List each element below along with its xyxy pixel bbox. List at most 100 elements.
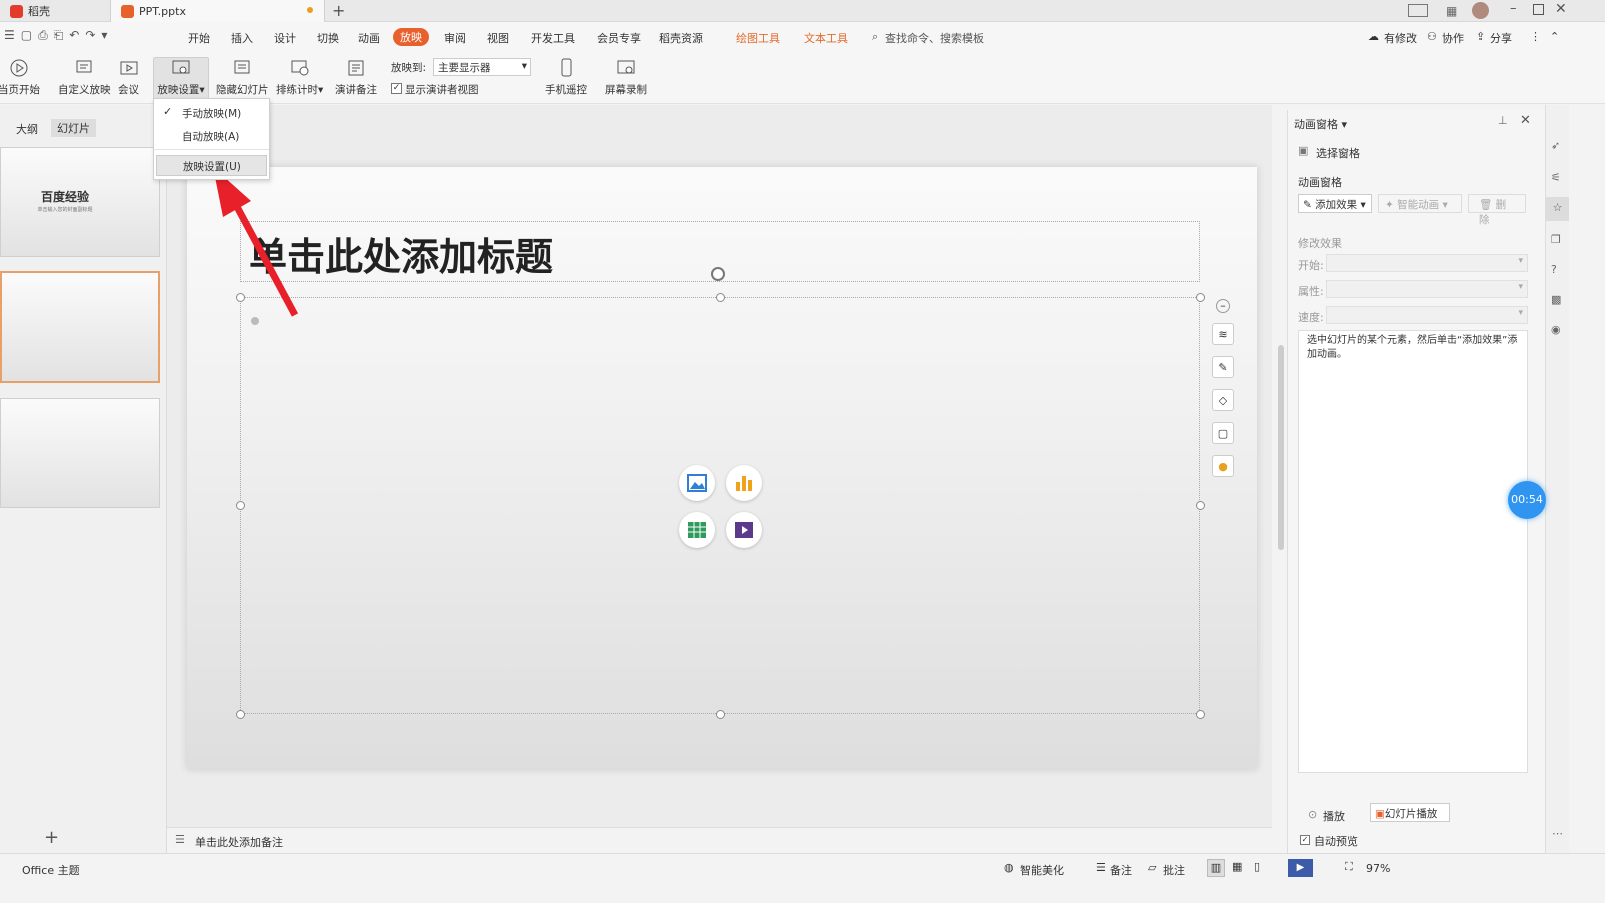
auto-preview-checkbox[interactable]: ✓	[1300, 835, 1310, 845]
add-slide-icon[interactable]: +	[44, 827, 59, 848]
help-icon[interactable]: ?	[1551, 263, 1557, 276]
content-placeholder[interactable]	[240, 297, 1200, 714]
pen-icon[interactable]: ✎	[1212, 356, 1234, 378]
speed-select[interactable]: ▾	[1326, 306, 1528, 324]
slide-thumbnail-3[interactable]	[0, 398, 160, 508]
smart-animation-button[interactable]: ✦ 智能动画 ▾	[1378, 194, 1462, 213]
menu-design[interactable]: 设计	[274, 30, 296, 46]
animation-star-icon[interactable]: ☆	[1546, 197, 1569, 221]
close-pane-icon[interactable]: ✕	[1520, 113, 1531, 128]
collab-button[interactable]: 协作	[1442, 30, 1464, 46]
location-icon[interactable]: ◉	[1551, 323, 1561, 336]
insert-chart-icon[interactable]	[726, 465, 762, 501]
insert-video-icon[interactable]	[726, 512, 762, 548]
notes-toggle-button[interactable]: 备注	[1110, 862, 1132, 878]
vertical-scrollbar[interactable]	[1278, 345, 1284, 550]
effect-list[interactable]: 选中幻灯片的某个元素，然后单击“添加效果”添加动画。	[1298, 330, 1528, 773]
start-select[interactable]: ▾	[1326, 254, 1528, 272]
notes-placeholder[interactable]: 单击此处添加备注	[195, 834, 283, 850]
resize-handle[interactable]	[236, 501, 245, 510]
comments-button[interactable]: 批注	[1163, 862, 1185, 878]
search-icon[interactable]: ⌕	[872, 30, 878, 44]
insert-table-icon[interactable]	[679, 512, 715, 548]
fill-icon[interactable]: ◇	[1212, 389, 1234, 411]
custom-show-button[interactable]: 自定义放映	[58, 58, 111, 97]
tab-ppt-file[interactable]: PPT.pptx	[110, 0, 325, 22]
zoom-level[interactable]: 97%	[1366, 862, 1390, 875]
minimize-icon[interactable]: –	[1510, 1, 1517, 16]
show-settings-button[interactable]: 放映设置▾	[153, 57, 209, 101]
normal-view-icon[interactable]: ▥	[1207, 859, 1225, 877]
rotate-handle-icon[interactable]	[711, 267, 725, 281]
screen-record-button[interactable]: 屏幕录制	[605, 58, 647, 97]
resize-handle[interactable]	[1196, 293, 1205, 302]
slide-thumbnail-1[interactable]: 百度经验 单击输入您的封面副标题	[0, 147, 160, 257]
window-layout-icon[interactable]	[1408, 4, 1428, 17]
sorter-view-icon[interactable]: ▦	[1232, 860, 1242, 873]
collapse-float-toolbar-icon[interactable]: –	[1216, 299, 1230, 313]
play-icon[interactable]: ⊙	[1308, 808, 1317, 821]
hide-slide-button[interactable]: 隐藏幻灯片	[216, 58, 269, 97]
modified-button[interactable]: 有修改	[1384, 30, 1417, 46]
layers-icon[interactable]: ≋	[1212, 323, 1234, 345]
more-dots-icon[interactable]: ⋯	[1552, 827, 1563, 840]
resize-handle[interactable]	[716, 293, 725, 302]
tab-daoke[interactable]: 稻壳	[0, 0, 110, 22]
notes-bar[interactable]: ☰ 单击此处添加备注	[167, 827, 1272, 853]
slide-thumbnail-2[interactable]	[0, 271, 160, 383]
fit-window-icon[interactable]: ⛶	[1345, 860, 1353, 874]
rocket-icon[interactable]: ➶	[1551, 139, 1560, 152]
menu-animation[interactable]: 动画	[358, 30, 380, 46]
resize-handle[interactable]	[236, 710, 245, 719]
tab-slides[interactable]: 幻灯片	[51, 119, 96, 137]
sliders-icon[interactable]: ⚟	[1551, 171, 1561, 184]
play-button[interactable]: 播放	[1323, 808, 1345, 824]
auto-show-item[interactable]: 自动放映(A)	[182, 129, 239, 144]
slide[interactable]: 单击此处添加标题 – ≋ ✎ ◇ ▢ ●	[187, 167, 1257, 769]
menu-drawing-tools[interactable]: 绘图工具	[736, 30, 780, 46]
play-slideshow-icon[interactable]: ▶	[1288, 859, 1313, 877]
select-pane-button[interactable]: 选择窗格	[1316, 145, 1360, 161]
quick-access-icons[interactable]: ☰▢⎙⎗↶↷▾	[4, 28, 113, 43]
reading-view-icon[interactable]: ▯	[1254, 860, 1260, 873]
smart-beautify-button[interactable]: 智能美化	[1020, 862, 1064, 878]
delete-effect-button[interactable]: 🗑 删除	[1468, 194, 1526, 226]
insert-picture-icon[interactable]	[679, 465, 715, 501]
meeting-button[interactable]: 会议	[118, 58, 139, 97]
slide-play-button[interactable]: ▣幻灯片播放	[1370, 803, 1450, 822]
resize-handle[interactable]	[716, 710, 725, 719]
menu-daoke-resources[interactable]: 稻壳资源	[659, 30, 703, 46]
frame-icon[interactable]: ▢	[1212, 422, 1234, 444]
menu-start[interactable]: 开始	[188, 30, 210, 46]
avatar[interactable]	[1472, 2, 1489, 19]
collapse-ribbon-icon[interactable]: ⌃	[1550, 30, 1559, 43]
new-tab-plus-icon[interactable]: +	[332, 1, 345, 20]
phone-remote-button[interactable]: 手机遥控	[545, 58, 587, 97]
add-effect-button[interactable]: ✎ 添加效果 ▾	[1298, 194, 1372, 213]
menu-slideshow[interactable]: 放映	[393, 28, 429, 46]
speaker-notes-button[interactable]: 演讲备注	[335, 58, 377, 97]
menu-insert[interactable]: 插入	[231, 30, 253, 46]
menu-transition[interactable]: 切换	[317, 30, 339, 46]
presenter-view-checkbox[interactable]: ✓	[391, 83, 402, 94]
manual-show-item[interactable]: 手动放映(M)	[182, 106, 241, 121]
menu-member[interactable]: 会员专享	[597, 30, 641, 46]
copy-icon[interactable]: ❐	[1551, 233, 1561, 246]
from-current-button[interactable]: 当页开始	[0, 58, 40, 97]
show-settings-item[interactable]: 放映设置(U)	[156, 155, 267, 176]
image-tool-icon[interactable]: ▩	[1551, 293, 1561, 306]
property-select[interactable]: ▾	[1326, 280, 1528, 298]
pin-icon[interactable]: ⊥	[1498, 114, 1508, 127]
lightbulb-icon[interactable]: ●	[1212, 455, 1234, 477]
command-search-input[interactable]: 查找命令、搜索模板	[885, 30, 984, 46]
menu-review[interactable]: 审阅	[444, 30, 466, 46]
maximize-icon[interactable]	[1533, 4, 1544, 15]
menu-text-tools[interactable]: 文本工具	[804, 30, 848, 46]
resize-handle[interactable]	[1196, 710, 1205, 719]
rehearse-button[interactable]: 排练计时▾	[276, 58, 323, 97]
menu-developer[interactable]: 开发工具	[531, 30, 575, 46]
apps-grid-icon[interactable]: ▦	[1446, 4, 1457, 18]
close-window-icon[interactable]: ✕	[1555, 1, 1567, 17]
share-button[interactable]: 分享	[1490, 30, 1512, 46]
timer-badge[interactable]: 00:54	[1508, 481, 1546, 519]
